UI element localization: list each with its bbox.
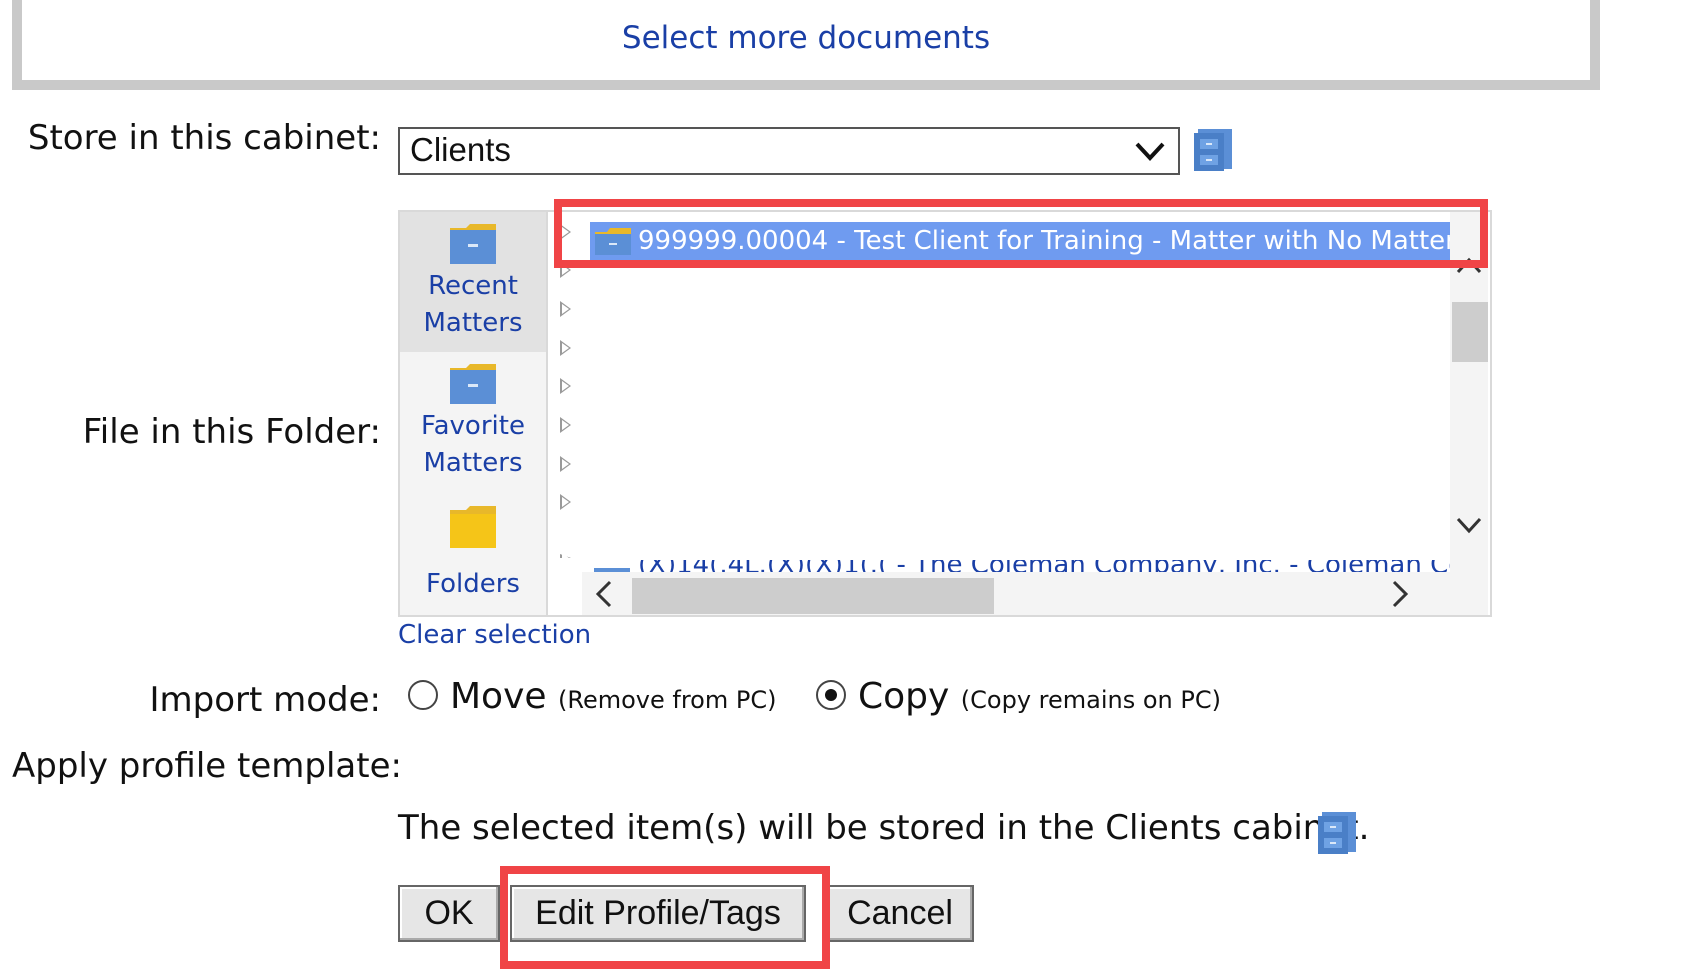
- move-radio[interactable]: [408, 680, 438, 710]
- expand-arrow-icon[interactable]: [560, 301, 571, 317]
- cabinet-label: Store in this cabinet:: [27, 118, 381, 158]
- expand-arrow-icon[interactable]: [560, 378, 571, 394]
- document-selection-box: Select more documents: [12, 0, 1600, 90]
- nav-recent-line1: Recent: [428, 271, 518, 301]
- folder-label: File in this Folder:: [82, 412, 381, 452]
- summary-text: The selected item(s) will be stored in t…: [398, 808, 1370, 848]
- nav-folders[interactable]: Folders: [400, 502, 546, 612]
- expand-arrow-icon[interactable]: [560, 224, 571, 240]
- tree-item-selected[interactable]: 999999.00004 - Test Client for Training …: [590, 222, 1450, 260]
- cancel-button[interactable]: Cancel: [826, 885, 974, 942]
- expand-arrow-icon[interactable]: [560, 340, 571, 356]
- expand-arrow-icon[interactable]: [560, 262, 571, 278]
- folder-tree: 999999.00004 - Test Client for Training …: [550, 212, 1490, 615]
- copy-option[interactable]: Copy (Copy remains on PC): [858, 676, 1221, 717]
- clear-selection-link[interactable]: Clear selection: [398, 620, 591, 650]
- matter-folder-icon: [450, 224, 496, 264]
- expand-arrow-icon[interactable]: [560, 494, 571, 510]
- matter-folder-icon: [450, 364, 496, 404]
- nav-recent-matters[interactable]: Recent Matters: [400, 212, 546, 352]
- copy-label: Copy: [858, 676, 950, 717]
- move-option[interactable]: Move (Remove from PC): [450, 676, 776, 717]
- profile-template-label: Apply profile template:: [12, 746, 402, 786]
- expand-arrow-icon[interactable]: [560, 456, 571, 472]
- expand-arrow-icon[interactable]: [560, 553, 571, 563]
- nav-favorite-matters[interactable]: Favorite Matters: [400, 358, 546, 493]
- copy-hint: (Copy remains on PC): [960, 686, 1221, 714]
- chevron-left-icon[interactable]: [594, 580, 614, 608]
- vertical-scrollbar[interactable]: [1450, 212, 1488, 572]
- file-cabinet-icon: [1194, 127, 1234, 171]
- select-more-documents-link[interactable]: Select more documents: [22, 20, 1590, 56]
- nav-favorite-line1: Favorite: [421, 411, 525, 441]
- horizontal-scrollbar[interactable]: [582, 572, 1488, 615]
- folder-picker: Recent Matters Favorite Matters Folders: [398, 210, 1492, 617]
- folder-icon: [450, 506, 496, 548]
- cabinet-selected-value: Clients: [410, 131, 511, 168]
- chevron-down-icon[interactable]: [1456, 516, 1482, 534]
- chevron-right-icon[interactable]: [1390, 580, 1410, 608]
- folder-nav: Recent Matters Favorite Matters Folders: [400, 212, 548, 615]
- chevron-up-icon[interactable]: [1456, 256, 1482, 274]
- import-mode-label: Import mode:: [149, 680, 381, 720]
- horizontal-scroll-thumb[interactable]: [632, 578, 994, 614]
- move-label: Move: [450, 676, 547, 717]
- copy-radio[interactable]: [816, 680, 846, 710]
- file-cabinet-icon: [1318, 810, 1358, 858]
- nav-favorite-line2: Matters: [423, 448, 523, 478]
- nav-recent-line2: Matters: [423, 308, 523, 338]
- expand-arrow-icon[interactable]: [560, 417, 571, 433]
- ok-button[interactable]: OK: [398, 885, 500, 942]
- tree-item-selected-label: 999999.00004 - Test Client for Training …: [638, 226, 1450, 256]
- vertical-scroll-thumb[interactable]: [1452, 302, 1488, 362]
- edit-profile-tags-button[interactable]: Edit Profile/Tags: [510, 885, 806, 942]
- move-hint: (Remove from PC): [558, 686, 777, 714]
- matter-folder-icon: [595, 228, 631, 255]
- nav-folders-label: Folders: [426, 569, 520, 599]
- cabinet-select[interactable]: Clients: [398, 127, 1180, 175]
- chevron-down-icon: [1135, 142, 1165, 161]
